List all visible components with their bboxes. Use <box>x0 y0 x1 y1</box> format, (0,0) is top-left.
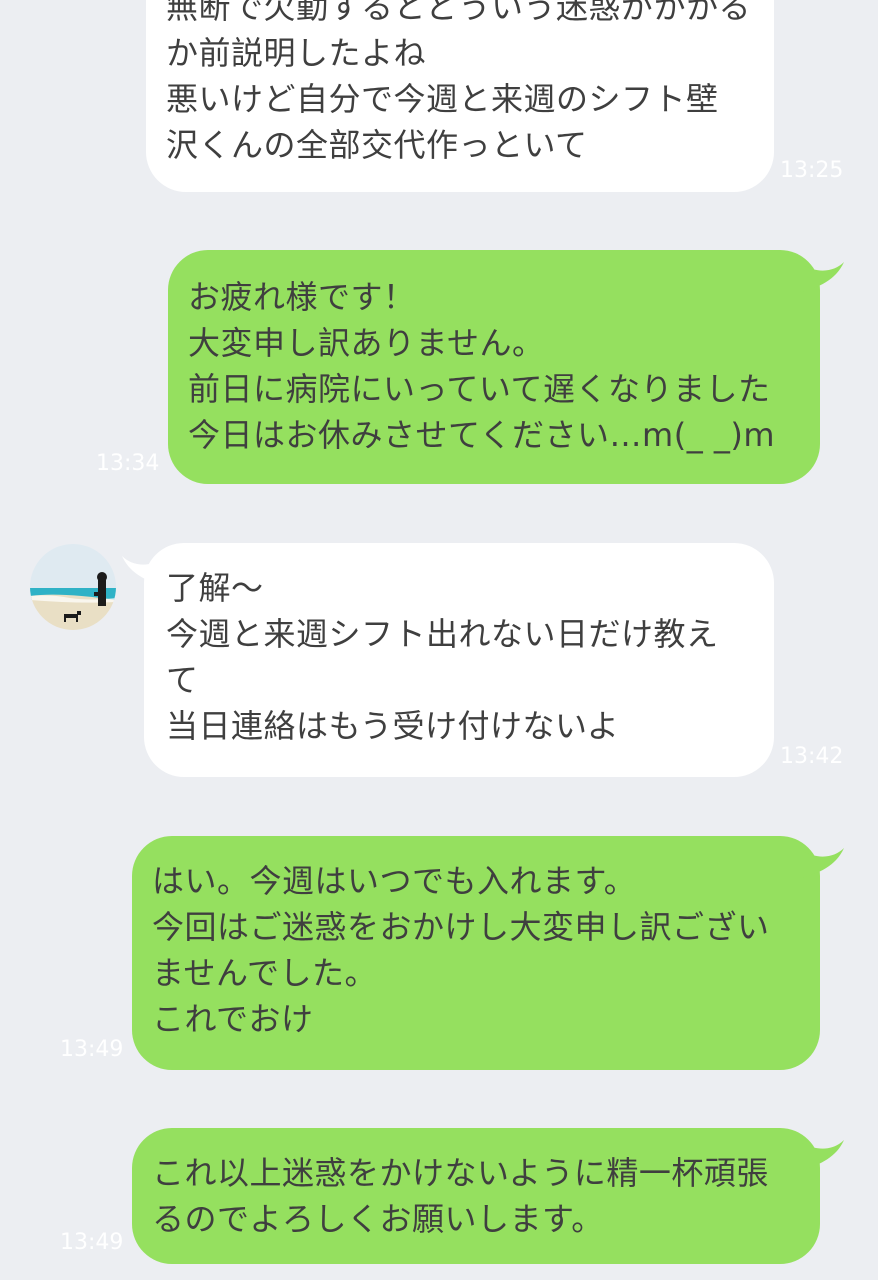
message-line: これでおけ <box>152 1000 314 1038</box>
bubble-tail-outgoing <box>800 1140 844 1170</box>
message-line: お疲れ様です！ <box>188 278 416 316</box>
message-line: 今週と来週シフト出れない日だけ教え <box>166 615 719 653</box>
message-timestamp: 13:34 <box>96 451 160 476</box>
message-timestamp: 13:49 <box>60 1230 124 1255</box>
contact-avatar[interactable] <box>30 544 116 630</box>
message-line: はい。今週はいつでも入れます。 <box>152 862 637 900</box>
message-line: ませんでした。 <box>152 954 377 992</box>
message-line: 無断で欠勤するとどういう迷惑がかかる <box>166 0 752 26</box>
message-timestamp: 13:42 <box>780 744 844 769</box>
message-timestamp: 13:49 <box>60 1037 124 1062</box>
message-line: 了解〜 <box>166 569 264 607</box>
message-bubble-outgoing[interactable]: これ以上迷惑をかけないように精一杯頑張 るのでよろしくお願いします。 <box>132 1128 820 1264</box>
message-line: 今回はご迷惑をおかけし大変申し訳ござい <box>152 908 770 946</box>
message-bubble-incoming[interactable]: 無断で欠勤するとどういう迷惑がかかる か前説明したよね 悪いけど自分で今週と来週… <box>146 0 774 192</box>
avatar-beach-image <box>30 544 116 630</box>
bubble-tail-outgoing <box>800 848 844 878</box>
message-line: か前説明したよね <box>166 34 427 72</box>
message-line: 悪いけど自分で今週と来週のシフト壁 <box>166 80 719 118</box>
message-line: 今日はお休みさせてください…m(_ _)m <box>188 416 776 454</box>
message-bubble-outgoing[interactable]: お疲れ様です！ 大変申し訳ありません。 前日に病院にいっていて遅くなりました 今… <box>168 250 820 484</box>
message-line: 大変申し訳ありません。 <box>188 324 545 362</box>
bubble-tail-outgoing <box>800 262 844 292</box>
message-line: るのでよろしくお願いします。 <box>152 1200 604 1238</box>
message-line: これ以上迷惑をかけないように精一杯頑張 <box>152 1154 769 1192</box>
message-line: 当日連絡はもう受け付けないよ <box>166 707 620 745</box>
message-line: 前日に病院にいっていて遅くなりました <box>188 370 771 408</box>
message-line: て <box>166 661 199 699</box>
message-line: 沢くんの全部交代作っといて <box>166 126 588 164</box>
message-bubble-incoming[interactable]: 了解〜 今週と来週シフト出れない日だけ教え て 当日連絡はもう受け付けないよ <box>144 543 774 777</box>
message-bubble-outgoing[interactable]: はい。今週はいつでも入れます。 今回はご迷惑をおかけし大変申し訳ござい ませんで… <box>132 836 820 1070</box>
message-timestamp: 13:25 <box>780 158 844 183</box>
